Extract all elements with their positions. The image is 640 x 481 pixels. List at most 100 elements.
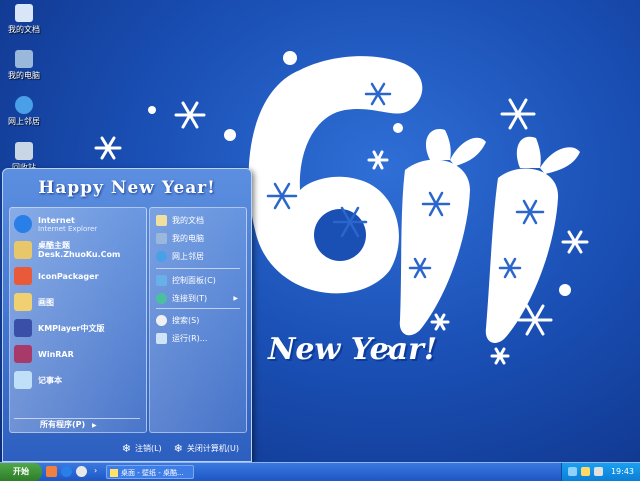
- start-menu-places-pane: 我的文档 我的电脑 网上邻居 控制面板(C) 连接到(T) ▶ 搜索(S) 运行…: [149, 207, 247, 433]
- action-label: 运行(R)...: [172, 333, 208, 343]
- tool-connect-to[interactable]: 连接到(T) ▶: [156, 290, 242, 306]
- kmplayer-icon: [14, 319, 32, 337]
- network-icon: [15, 96, 33, 114]
- desktop-icon-my-computer[interactable]: 我的电脑: [2, 50, 46, 81]
- program-title: 画图: [38, 297, 54, 307]
- wallpaper-text: New Year!: [268, 332, 438, 367]
- wallpaper-bubble: [559, 284, 571, 296]
- divider: [156, 268, 240, 269]
- all-programs-button[interactable]: 所有程序(P) ▶: [14, 418, 140, 430]
- system-tray: 19:43: [561, 463, 640, 481]
- program-kmplayer[interactable]: KMPlayer中文版: [14, 316, 144, 340]
- quicklaunch-ie-icon[interactable]: [61, 466, 72, 477]
- clock[interactable]: 19:43: [611, 463, 634, 481]
- snowflake-logoff-icon: ❄: [121, 441, 131, 455]
- program-iconpackager[interactable]: IconPackager: [14, 264, 144, 288]
- notepad-icon: [14, 371, 32, 389]
- program-winrar[interactable]: WinRAR: [14, 342, 144, 366]
- computer-icon: [156, 232, 167, 244]
- desktop-icon-label: 我的文档: [8, 25, 40, 34]
- taskbar: 开始 › 桌面 - 壁纸 - 桌酷... 19:43: [0, 462, 640, 481]
- wallpaper-snowflake: [94, 136, 122, 160]
- start-menu: Happy New Year! Internet Internet Explor…: [2, 168, 252, 462]
- wallpaper-snowflake: [430, 313, 450, 331]
- desktop-icon-label: 我的电脑: [8, 71, 40, 80]
- wallpaper-carrot-right: [485, 168, 559, 343]
- documents-folder-icon: [156, 214, 167, 226]
- zhuoku-theme-icon: [14, 241, 32, 259]
- tool-control-panel[interactable]: 控制面板(C): [156, 272, 242, 288]
- wallpaper-bubble: [148, 106, 156, 114]
- tray-volume-icon[interactable]: [581, 467, 590, 476]
- program-notepad[interactable]: 记事本: [14, 368, 144, 392]
- wallpaper-snowflake: [367, 150, 389, 170]
- action-search[interactable]: 搜索(S): [156, 312, 242, 328]
- tool-label: 连接到(T): [172, 293, 208, 303]
- desktop-icon-network[interactable]: 网上邻居: [2, 96, 46, 127]
- taskbar-window-button[interactable]: 桌面 - 壁纸 - 桌酷...: [106, 465, 194, 479]
- wallpaper-bubble: [224, 129, 236, 141]
- program-title: KMPlayer中文版: [38, 323, 105, 333]
- program-title: 记事本: [38, 375, 62, 385]
- tray-input-icon[interactable]: [594, 467, 603, 476]
- wallpaper-carrot-left: [399, 159, 470, 336]
- arrow-right-icon: ▶: [91, 422, 97, 429]
- network-icon: [156, 250, 167, 262]
- program-title: 桌酷主题Desk.ZhuoKu.Com: [38, 241, 121, 259]
- start-menu-footer: ❄ 注销(L) ❄ 关闭计算机(U): [3, 435, 251, 461]
- arrow-right-icon: ▶: [233, 294, 238, 302]
- logoff-button[interactable]: ❄ 注销(L): [122, 442, 162, 455]
- connect-icon: [156, 292, 167, 304]
- program-zhuoku-theme[interactable]: 桌酷主题Desk.ZhuoKu.Com: [14, 238, 144, 262]
- desktop-icon-label: 网上邻居: [8, 117, 40, 126]
- place-label: 我的电脑: [172, 233, 204, 243]
- action-label: 搜索(S): [172, 315, 200, 325]
- iconpackager-icon: [14, 267, 32, 285]
- program-title: WinRAR: [38, 349, 74, 359]
- program-title: Internet: [38, 215, 75, 225]
- start-label: 开始: [13, 467, 29, 476]
- control-panel-icon: [156, 274, 167, 286]
- paint-icon: [14, 293, 32, 311]
- all-programs-label: 所有程序(P): [40, 420, 86, 429]
- place-label: 我的文档: [172, 215, 204, 225]
- wallpaper-carrot-right-leaves: [516, 136, 580, 174]
- wallpaper-bubble: [393, 123, 403, 133]
- internet-explorer-icon: [14, 215, 32, 233]
- wallpaper-snowflake: [174, 101, 206, 129]
- start-button[interactable]: 开始: [0, 463, 42, 481]
- snowflake-shutdown-icon: ❄: [173, 441, 183, 455]
- program-internet-explorer[interactable]: Internet Internet Explorer: [14, 212, 144, 236]
- logoff-label: 注销(L): [134, 443, 162, 453]
- shutdown-button[interactable]: ❄ 关闭计算机(U): [174, 442, 239, 455]
- wallpaper-snowflake: [561, 230, 589, 254]
- folder-icon: [110, 469, 118, 477]
- quicklaunch-show-desktop-icon[interactable]: [46, 466, 57, 477]
- taskbar-window-label: 桌面 - 壁纸 - 桌酷...: [121, 469, 184, 477]
- divider: [156, 308, 240, 309]
- documents-folder-icon: [15, 4, 33, 22]
- computer-icon: [15, 50, 33, 68]
- program-title: IconPackager: [38, 271, 99, 281]
- tool-label: 控制面板(C): [172, 275, 216, 285]
- place-my-documents[interactable]: 我的文档: [156, 212, 242, 228]
- recycle-bin-icon: [15, 142, 33, 160]
- wallpaper-snowflake: [490, 347, 510, 365]
- wallpaper-bubble: [283, 51, 297, 65]
- start-menu-programs-pane: Internet Internet Explorer 桌酷主题Desk.Zhuo…: [9, 207, 147, 433]
- place-label: 网上邻居: [172, 251, 204, 261]
- place-my-computer[interactable]: 我的电脑: [156, 230, 242, 246]
- chevron-right-icon[interactable]: ›: [94, 466, 97, 475]
- program-paint[interactable]: 画图: [14, 290, 144, 314]
- search-icon: [156, 314, 167, 326]
- winrar-icon: [14, 345, 32, 363]
- desktop-icon-my-documents[interactable]: 我的文档: [2, 4, 46, 35]
- start-menu-banner: Happy New Year!: [38, 178, 216, 198]
- action-run[interactable]: 运行(R)...: [156, 330, 242, 346]
- quicklaunch-media-icon[interactable]: [76, 466, 87, 477]
- program-subtitle: Internet Explorer: [38, 224, 98, 233]
- shutdown-label: 关闭计算机(U): [186, 443, 239, 453]
- wallpaper-snowflake: [500, 98, 536, 130]
- tray-network-icon[interactable]: [568, 467, 577, 476]
- place-network[interactable]: 网上邻居: [156, 248, 242, 264]
